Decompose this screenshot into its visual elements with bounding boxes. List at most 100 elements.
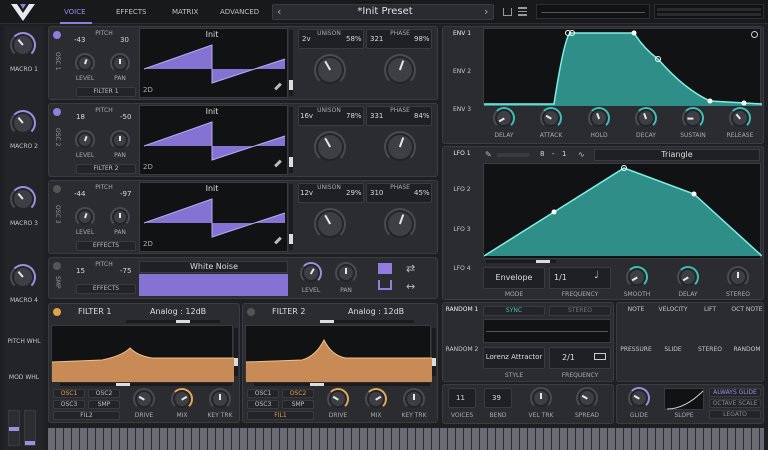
lfo-tab-1[interactable]: LFO 1: [446, 150, 478, 157]
filter-2-route[interactable]: FIL1: [247, 411, 314, 420]
filter-2-src-osc3[interactable]: OSC3: [247, 400, 279, 409]
bounce-icon[interactable]: ↔: [406, 280, 415, 293]
osc-1-pan-knob[interactable]: [110, 53, 130, 73]
lfo-tab-2[interactable]: LFO 2: [446, 186, 478, 193]
macro-4-knob[interactable]: [10, 264, 36, 290]
tab-voice[interactable]: VOICE: [64, 8, 86, 16]
osc-2-frame-slider[interactable]: [289, 107, 293, 173]
filter-1-src-smp[interactable]: SMP: [88, 400, 120, 409]
lfo-delay-knob[interactable]: [677, 266, 699, 288]
filter-2-res-slider[interactable]: [432, 328, 436, 376]
osc-1-phase-rand[interactable]: 98%: [414, 35, 430, 43]
env-tab-2[interactable]: ENV 2: [446, 68, 478, 75]
osc-1-frame-slider[interactable]: [289, 30, 293, 96]
preset-next-button[interactable]: ›: [484, 5, 488, 18]
sample-transpose[interactable]: 15: [76, 267, 85, 275]
macro-3-knob[interactable]: [10, 186, 36, 212]
filter-2-keytrk-knob[interactable]: [403, 388, 425, 410]
sample-enable[interactable]: [53, 262, 61, 270]
env-tab-3[interactable]: ENV 3: [446, 106, 478, 113]
osc-2-transpose[interactable]: 18: [76, 113, 85, 121]
osc-3-route[interactable]: EFFECTS: [76, 241, 136, 251]
lfo-tempo-icon[interactable]: ♩: [594, 270, 599, 281]
mod-wheel[interactable]: [24, 410, 36, 446]
lfo-phase-slider[interactable]: [486, 260, 556, 263]
mod-lift[interactable]: LIFT: [692, 306, 728, 313]
menu-icon[interactable]: [518, 7, 527, 16]
filter-2-drive-knob[interactable]: [327, 388, 349, 410]
legato-toggle[interactable]: LEGATO: [709, 410, 761, 419]
vel-trk-knob[interactable]: [530, 387, 552, 409]
filter-2-response[interactable]: [245, 325, 432, 382]
lfo-grid-x[interactable]: 8: [540, 150, 544, 158]
osc-2-voices[interactable]: 16v: [300, 112, 313, 120]
glide-knob[interactable]: [628, 387, 650, 409]
random-phase-icon[interactable]: ⇄: [406, 262, 415, 275]
osc-1-level-knob[interactable]: [75, 53, 95, 73]
sample-level-knob[interactable]: [300, 262, 322, 284]
filter-1-mix-knob[interactable]: [171, 388, 193, 410]
osc-2-tune[interactable]: -50: [120, 113, 131, 121]
filter-2-mix-knob[interactable]: [365, 388, 387, 410]
osc-2-route[interactable]: FILTER 2: [76, 164, 136, 174]
osc-2-enable[interactable]: [53, 108, 61, 116]
sample-pan-knob[interactable]: [335, 262, 357, 284]
osc-3-voices[interactable]: 12v: [300, 189, 313, 197]
lfo-tab-3[interactable]: LFO 3: [446, 226, 478, 233]
piano-keyboard[interactable]: [48, 428, 764, 450]
osc-2-blend-knob[interactable]: [384, 131, 416, 163]
osc-3-level-knob[interactable]: [75, 207, 95, 227]
osc-1-phase-value[interactable]: 321: [370, 35, 383, 43]
osc-3-detune-knob[interactable]: [314, 208, 346, 240]
lfo-grid-y[interactable]: 1: [562, 150, 566, 158]
keytrack-icon[interactable]: [378, 263, 392, 274]
lfo-smooth-slider[interactable]: [497, 153, 529, 157]
filter-2-src-osc2[interactable]: OSC2: [282, 389, 314, 398]
volume-meter[interactable]: [654, 4, 764, 19]
random-tab-1[interactable]: RANDOM 1: [444, 306, 480, 313]
osc-1-unison-value[interactable]: 58%: [346, 35, 362, 43]
envelope-graph[interactable]: [483, 28, 762, 106]
lfo-graph[interactable]: [483, 163, 762, 259]
mod-stereo[interactable]: STEREO: [692, 346, 728, 353]
lfo-smooth-knob[interactable]: [626, 266, 648, 288]
mod-random[interactable]: RANDOM: [729, 346, 765, 353]
sample-tune[interactable]: -75: [120, 267, 131, 275]
macro-2-knob[interactable]: [10, 110, 36, 136]
osc-1-voices[interactable]: 2v: [302, 35, 311, 43]
env-hold-knob[interactable]: [588, 107, 610, 129]
spread-knob[interactable]: [576, 387, 598, 409]
mod-pressure[interactable]: PRESSURE: [618, 346, 654, 353]
osc-3-transpose[interactable]: -44: [74, 190, 85, 198]
filter-1-keytrk-knob[interactable]: [209, 388, 231, 410]
osc-2-pan-knob[interactable]: [110, 130, 130, 150]
osc-1-transpose[interactable]: -43: [74, 36, 85, 44]
filter-1-blend-slider[interactable]: [60, 383, 232, 386]
filter-2-src-smp[interactable]: SMP: [282, 400, 314, 409]
filter-1-model[interactable]: Analog : 12dB: [150, 307, 206, 316]
filter-2-cutoff-slider[interactable]: [320, 320, 414, 323]
osc-1-enable[interactable]: [53, 31, 61, 39]
env-tab-1[interactable]: ENV 1: [446, 30, 478, 37]
osc-3-phase-value[interactable]: 310: [370, 189, 383, 197]
lfo-tab-4[interactable]: LFO 4: [446, 265, 478, 272]
random-stereo-toggle[interactable]: STEREO: [549, 306, 611, 316]
osc-2-level-knob[interactable]: [75, 130, 95, 150]
filter-1-response[interactable]: [51, 325, 234, 382]
always-glide-toggle[interactable]: ALWAYS GLIDE: [709, 388, 761, 397]
osc-1-detune-knob[interactable]: [314, 54, 346, 86]
env-sustain-knob[interactable]: [682, 107, 704, 129]
osc-2-phase-rand[interactable]: 84%: [414, 112, 430, 120]
lfo-paint-icon[interactable]: ✎: [485, 150, 492, 159]
filter-1-route[interactable]: FIL2: [53, 411, 120, 420]
tab-effects[interactable]: EFFECTS: [116, 8, 147, 16]
filter-1-cutoff-slider[interactable]: [126, 320, 220, 323]
mod-slide[interactable]: SLIDE: [655, 346, 691, 353]
osc-3-blend-knob[interactable]: [384, 208, 416, 240]
filter-1-res-slider[interactable]: [234, 328, 238, 376]
filter-2-blend-slider[interactable]: [254, 383, 430, 386]
filter-1-drive-knob[interactable]: [133, 388, 155, 410]
envelope-zoom-icon[interactable]: [751, 31, 758, 38]
random-sync-toggle[interactable]: SYNC: [483, 306, 545, 316]
osc-2-detune-knob[interactable]: [314, 131, 346, 163]
